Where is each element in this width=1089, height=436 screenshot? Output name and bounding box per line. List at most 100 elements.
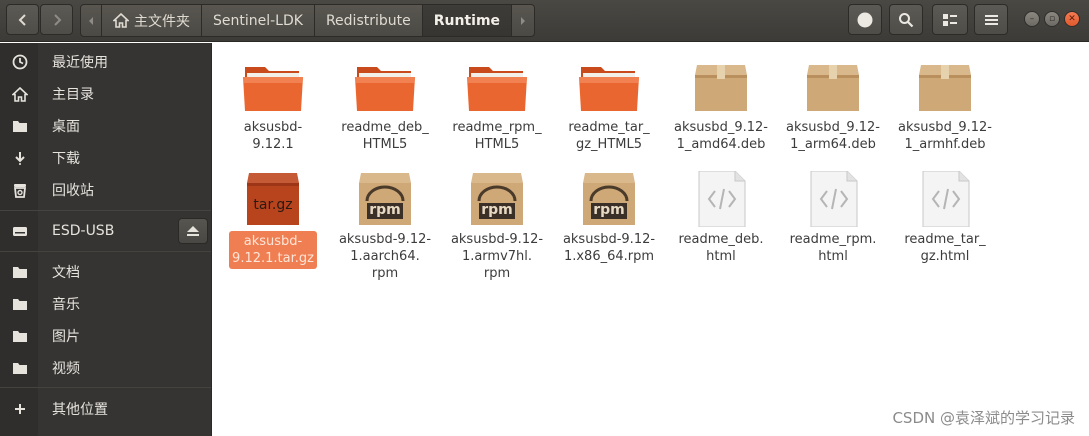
breadcrumb-label: Runtime — [433, 12, 501, 29]
sidebar-divider — [0, 387, 211, 388]
html-file-icon — [913, 170, 977, 228]
sidebar-item-videos[interactable]: 视频 — [0, 353, 211, 383]
search-button[interactable] — [889, 4, 923, 35]
folder-icon — [465, 59, 529, 115]
back-button[interactable] — [6, 4, 39, 35]
close-icon: ✕ — [1068, 14, 1076, 24]
file-name: aksusbd_9.12- 1_amd64.deb — [674, 120, 768, 152]
file-item[interactable]: readme_rpm. html — [783, 170, 883, 265]
file-item[interactable]: rpm aksusbd-9.12- 1.aarch64. rpm — [335, 171, 435, 282]
archive-icon: tar.gz — [241, 171, 305, 227]
clock-icon — [12, 54, 28, 70]
sidebar-item-pictures[interactable]: 图片 — [0, 321, 211, 351]
file-name: aksusbd-9.12- 1.aarch64. rpm — [338, 232, 432, 281]
triangle-left-icon — [89, 16, 93, 25]
html-file-icon — [801, 170, 865, 228]
file-name: readme_deb. html — [678, 232, 764, 264]
folder-icon — [577, 59, 641, 115]
close-button[interactable]: ✕ — [1064, 11, 1080, 27]
download-icon — [15, 152, 25, 165]
sidebar-item-desktop[interactable]: 桌面 — [0, 111, 211, 141]
sidebar: 最近使用 主目录 桌面 下载 回收站 ESD-USB 文档 音乐 图片 视频 其… — [0, 43, 212, 436]
breadcrumb-sentinel-ldk[interactable]: Sentinel-LDK — [202, 4, 315, 37]
file-item[interactable]: aksusbd_9.12- 1_armhf.deb — [895, 59, 995, 153]
rpm-package-icon: rpm — [353, 171, 417, 227]
rpm-badge: rpm — [369, 202, 401, 218]
view-options-button[interactable] — [932, 4, 968, 35]
sidebar-item-other-locations[interactable]: 其他位置 — [0, 394, 211, 424]
file-item[interactable]: rpm aksusbd-9.12- 1.armv7hl. rpm — [447, 171, 547, 282]
forward-button[interactable] — [40, 4, 73, 35]
file-item[interactable]: rpm aksusbd-9.12- 1.x86_64.rpm — [559, 171, 659, 265]
rpm-package-icon: rpm — [577, 171, 641, 227]
sidebar-item-downloads[interactable]: 下载 — [0, 143, 211, 173]
breadcrumb-runtime[interactable]: Runtime — [422, 4, 513, 37]
file-name: aksusbd- 9.12.1.tar.gz — [229, 231, 317, 269]
file-item[interactable]: aksusbd_9.12- 1_amd64.deb — [671, 59, 771, 153]
sidebar-item-trash[interactable]: 回收站 — [0, 175, 211, 205]
sidebar-item-label: 下载 — [52, 151, 80, 167]
maximize-button[interactable]: ▫ — [1044, 11, 1060, 27]
sidebar-item-label: 图片 — [52, 329, 80, 345]
sidebar-item-label: 桌面 — [52, 119, 80, 135]
file-name: readme_rpm. html — [789, 232, 877, 264]
watermark: CSDN @袁泽斌的学习记录 — [892, 409, 1075, 427]
sidebar-item-documents[interactable]: 文档 — [0, 257, 211, 287]
rpm-badge: rpm — [481, 202, 513, 218]
breadcrumb-label: Redistribute — [325, 12, 411, 29]
header-bar: 主文件夹 Sentinel-LDK Redistribute Runtime –… — [0, 0, 1089, 42]
file-item[interactable]: aksusbd_9.12- 1_arm64.deb — [783, 59, 883, 153]
circle-icon — [857, 12, 873, 27]
file-name: readme_tar_ gz.html — [904, 232, 986, 264]
chevron-left-icon — [18, 13, 26, 26]
folder-icon — [13, 121, 27, 132]
file-item[interactable]: readme_tar_ gz.html — [895, 170, 995, 265]
file-name: readme_rpm_ HTML5 — [452, 120, 542, 152]
chevron-right-icon — [53, 13, 61, 26]
folder-icon — [13, 299, 27, 310]
file-item[interactable]: aksusbd- 9.12.1 — [223, 59, 323, 153]
minimize-button[interactable]: – — [1024, 11, 1040, 27]
home-icon — [113, 13, 129, 28]
view-toggle-button[interactable] — [848, 4, 882, 35]
folder-icon — [241, 59, 305, 115]
sidebar-item-label: 最近使用 — [52, 55, 108, 71]
file-name: aksusbd_9.12- 1_armhf.deb — [898, 120, 992, 152]
file-name: aksusbd-9.12- 1.armv7hl. rpm — [450, 232, 544, 281]
package-icon — [689, 59, 753, 115]
sidebar-item-music[interactable]: 音乐 — [0, 289, 211, 319]
file-name: readme_tar_ gz_HTML5 — [568, 120, 650, 152]
maximize-icon: ▫ — [1048, 14, 1056, 24]
file-item[interactable]: readme_rpm_ HTML5 — [447, 59, 547, 153]
sidebar-divider — [0, 210, 211, 211]
sidebar-item-home[interactable]: 主目录 — [0, 79, 211, 109]
sidebar-item-label: 其他位置 — [52, 402, 108, 418]
sidebar-item-label: 视频 — [52, 361, 80, 377]
triangle-right-icon — [521, 16, 526, 25]
path-scroll-left-button[interactable] — [80, 4, 102, 37]
sidebar-divider — [0, 251, 211, 252]
file-name: aksusbd-9.12- 1.x86_64.rpm — [562, 232, 656, 264]
path-scroll-right-button[interactable] — [512, 4, 536, 37]
sidebar-item-recent[interactable]: 最近使用 — [0, 47, 211, 77]
rpm-package-icon: rpm — [465, 171, 529, 227]
menu-button[interactable] — [974, 4, 1008, 35]
rpm-badge: rpm — [593, 202, 625, 218]
folder-icon — [353, 59, 417, 115]
home-icon — [12, 86, 28, 102]
breadcrumb-home[interactable]: 主文件夹 — [102, 4, 202, 37]
archive-badge: tar.gz — [253, 197, 293, 213]
folder-icon — [13, 363, 27, 374]
eject-icon — [187, 226, 199, 236]
eject-button[interactable] — [178, 218, 208, 244]
file-name: readme_deb_ HTML5 — [341, 120, 429, 152]
file-item[interactable]: readme_deb_ HTML5 — [335, 59, 435, 153]
file-item[interactable]: tar.gz aksusbd- 9.12.1.tar.gz — [223, 171, 323, 269]
file-item[interactable]: readme_tar_ gz_HTML5 — [559, 59, 659, 153]
plus-icon — [15, 404, 25, 414]
breadcrumb: 主文件夹 Sentinel-LDK Redistribute Runtime — [80, 4, 536, 37]
breadcrumb-redistribute[interactable]: Redistribute — [314, 4, 423, 37]
minimize-icon: – — [1029, 14, 1035, 24]
file-item[interactable]: readme_deb. html — [671, 170, 771, 265]
list-view-icon — [943, 13, 957, 26]
